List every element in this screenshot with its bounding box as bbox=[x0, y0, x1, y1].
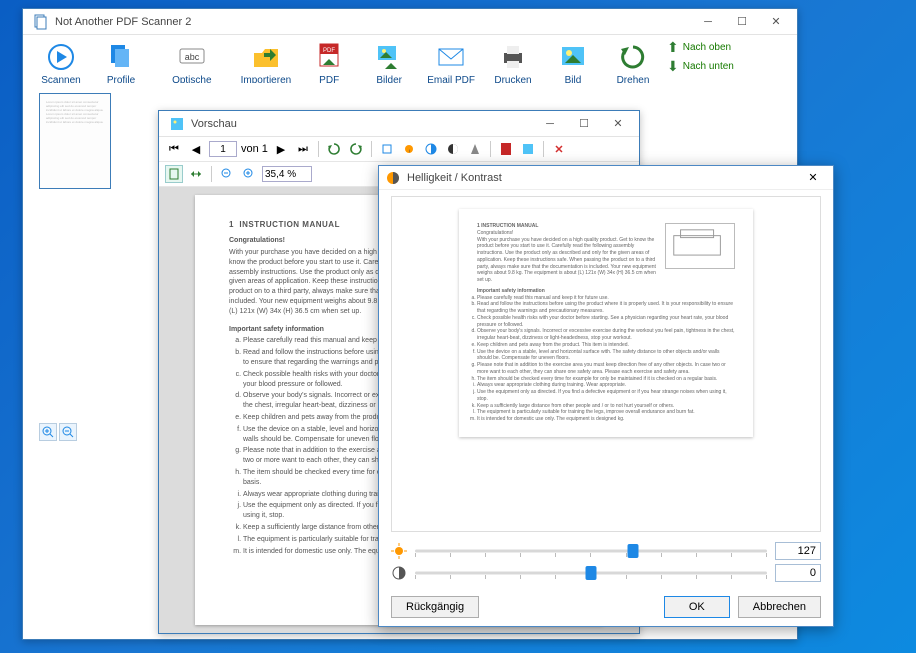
list-item: The item should be checked every time fo… bbox=[477, 376, 735, 383]
list-item: Always wear appropriate clothing during … bbox=[477, 382, 735, 389]
scan-icon bbox=[45, 41, 77, 73]
last-page-button[interactable]: ⏭ bbox=[294, 140, 312, 158]
brightness-row bbox=[391, 542, 821, 560]
contrast-slider[interactable] bbox=[415, 565, 767, 581]
save-pdf-button[interactable] bbox=[497, 140, 515, 158]
list-item: Please note that in addition to the exer… bbox=[477, 362, 735, 376]
image-icon bbox=[557, 41, 589, 73]
contrast-icon bbox=[391, 565, 407, 581]
main-title: Not Another PDF Scanner 2 bbox=[55, 16, 691, 28]
maximize-button[interactable]: ☐ bbox=[725, 11, 759, 33]
app-icon bbox=[33, 14, 49, 30]
image-menu-button[interactable]: Bild bbox=[547, 39, 599, 88]
list-item: Keep children and pets away from the pro… bbox=[477, 342, 735, 349]
arrow-up-icon: ⬆ bbox=[667, 39, 679, 56]
move-down-button[interactable]: ⬇Nach unten bbox=[667, 58, 734, 75]
dialog-close-button[interactable]: ✕ bbox=[799, 168, 827, 188]
dialog-page-illustration bbox=[665, 223, 735, 269]
preview-app-icon bbox=[169, 116, 185, 132]
import-icon bbox=[250, 41, 282, 73]
rotate-left-button[interactable] bbox=[325, 140, 343, 158]
delete-button[interactable]: ✕ bbox=[550, 140, 568, 158]
list-item: Please carefully read this manual and ke… bbox=[477, 295, 735, 302]
contrast-row bbox=[391, 564, 821, 582]
print-button[interactable]: Drucken bbox=[487, 39, 539, 88]
fit-page-button[interactable] bbox=[165, 165, 183, 183]
list-item: The equipment is particularly suitable f… bbox=[477, 409, 735, 416]
zoom-in-button[interactable] bbox=[240, 165, 258, 183]
arrow-down-icon: ⬇ bbox=[667, 58, 679, 75]
svg-text:abc: abc bbox=[185, 52, 200, 62]
profile-button[interactable]: Profile bbox=[95, 39, 147, 88]
list-item: Use the equipment only as directed. If y… bbox=[477, 389, 735, 403]
preview-titlebar: Vorschau ─ ☐ ✕ bbox=[159, 111, 639, 137]
list-item: Read and follow the instructions before … bbox=[477, 301, 735, 315]
bc-dialog-icon bbox=[385, 170, 401, 186]
rotate-icon bbox=[617, 41, 649, 73]
dialog-titlebar: Helligkeit / Kontrast ✕ bbox=[379, 166, 833, 190]
list-item: Observe your body's signals. Incorrect o… bbox=[477, 328, 735, 342]
first-page-button[interactable]: ⏮ bbox=[165, 140, 183, 158]
brightness-slider[interactable] bbox=[415, 543, 767, 559]
main-titlebar: Not Another PDF Scanner 2 ─ ☐ ✕ bbox=[23, 9, 797, 35]
thumbnail-strip: Lorem ipsum dolor sit amet consectetur a… bbox=[39, 93, 119, 189]
zoom-out-button[interactable] bbox=[218, 165, 236, 183]
brightness-icon bbox=[391, 543, 407, 559]
bw-button[interactable] bbox=[444, 140, 462, 158]
close-button[interactable]: ✕ bbox=[759, 11, 793, 33]
imgsave-icon bbox=[373, 41, 405, 73]
ok-button[interactable]: OK bbox=[664, 596, 730, 618]
rotate-button[interactable]: Drehen bbox=[607, 39, 659, 88]
svg-text:PDF: PDF bbox=[323, 48, 335, 54]
page-number-input[interactable] bbox=[209, 141, 237, 157]
preview-maximize[interactable]: ☐ bbox=[567, 113, 601, 135]
preview-minimize[interactable]: ─ bbox=[533, 113, 567, 135]
sharpen-button[interactable] bbox=[466, 140, 484, 158]
minimize-button[interactable]: ─ bbox=[691, 11, 725, 33]
dialog-preview-area: 1 INSTRUCTION MANUAL Congratulations! Wi… bbox=[391, 196, 821, 532]
prev-page-button[interactable]: ◀ bbox=[187, 140, 205, 158]
crop-button[interactable] bbox=[378, 140, 396, 158]
preview-title: Vorschau bbox=[191, 118, 533, 130]
dialog-button-row: Rückgängig OK Abbrechen bbox=[379, 590, 833, 626]
dialog-preview-page: 1 INSTRUCTION MANUAL Congratulations! Wi… bbox=[459, 209, 753, 437]
zoom-level-input[interactable] bbox=[262, 166, 312, 182]
contrast-value[interactable] bbox=[775, 564, 821, 582]
color-button[interactable] bbox=[422, 140, 440, 158]
rotate-right-button[interactable] bbox=[347, 140, 365, 158]
move-up-button[interactable]: ⬆Nach oben bbox=[667, 39, 734, 56]
preview-nav-toolbar: ⏮ ◀ von 1 ▶ ⏭ ✕ bbox=[159, 137, 639, 162]
page-of-label: von 1 bbox=[241, 143, 268, 155]
fit-width-button[interactable] bbox=[187, 165, 205, 183]
next-page-button[interactable]: ▶ bbox=[272, 140, 290, 158]
ocr-icon: abc bbox=[176, 41, 208, 73]
brightness-value[interactable] bbox=[775, 542, 821, 560]
import-button[interactable]: Importieren bbox=[237, 39, 296, 88]
email-icon bbox=[435, 41, 467, 73]
profile-icon bbox=[105, 41, 137, 73]
sliders-area bbox=[379, 538, 833, 590]
scan-button[interactable]: Scannen bbox=[35, 39, 87, 88]
email-pdf-button[interactable]: Email PDF bbox=[423, 39, 479, 88]
undo-button[interactable]: Rückgängig bbox=[391, 596, 479, 618]
list-item: Check possible health risks with your do… bbox=[477, 315, 735, 329]
zoom-out-mini[interactable] bbox=[59, 423, 77, 441]
brightness-thumb[interactable] bbox=[628, 544, 639, 558]
page-thumbnail-1[interactable]: Lorem ipsum dolor sit amet consectetur a… bbox=[39, 93, 111, 189]
brightness-contrast-dialog: Helligkeit / Kontrast ✕ 1 INSTRUCTION MA… bbox=[378, 165, 834, 627]
print-icon bbox=[497, 41, 529, 73]
save-img-button[interactable] bbox=[519, 140, 537, 158]
dialog-title: Helligkeit / Kontrast bbox=[407, 172, 799, 184]
cancel-button[interactable]: Abbrechen bbox=[738, 596, 821, 618]
list-item: It is intended for domestic use only. Th… bbox=[477, 416, 735, 423]
list-item: Keep a sufficiently large distance from … bbox=[477, 403, 735, 410]
contrast-thumb[interactable] bbox=[586, 566, 597, 580]
move-buttons: ⬆Nach oben ⬇Nach unten bbox=[667, 39, 734, 75]
zoom-in-mini[interactable] bbox=[39, 423, 57, 441]
pdf-icon: PDF bbox=[313, 41, 345, 73]
brightness-button[interactable] bbox=[400, 140, 418, 158]
preview-close[interactable]: ✕ bbox=[601, 113, 635, 135]
zoom-mini-toolbar bbox=[39, 423, 77, 441]
list-item: Use the device on a stable, level and ho… bbox=[477, 349, 735, 363]
